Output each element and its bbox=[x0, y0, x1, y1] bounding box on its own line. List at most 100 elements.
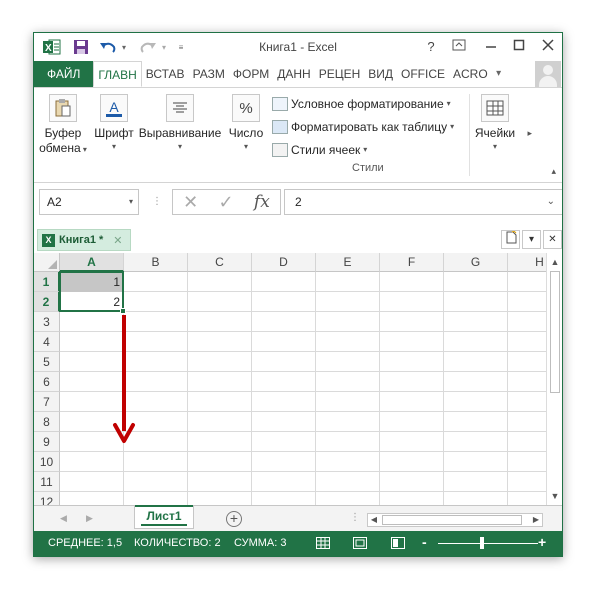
row-header-11[interactable]: 11 bbox=[34, 472, 60, 492]
styles-group-caption: Стили bbox=[352, 162, 384, 174]
column-header-G[interactable]: G bbox=[444, 253, 508, 272]
formula-bar-grip-icon[interactable]: ⋮ bbox=[152, 196, 162, 207]
column-header-A[interactable]: A bbox=[60, 253, 124, 272]
ribbon-tab-7[interactable]: ВИД bbox=[364, 61, 397, 87]
vertical-scrollbar[interactable]: ▲ ▼ bbox=[546, 253, 562, 505]
grid-line bbox=[60, 451, 546, 452]
zoom-out-button[interactable]: - bbox=[422, 534, 427, 550]
column-header-C[interactable]: C bbox=[188, 253, 252, 272]
ribbon-collapse-icon[interactable]: ▴ bbox=[551, 166, 556, 177]
ribbon-tab-6[interactable]: РЕЦЕН bbox=[315, 61, 365, 87]
chevron-down-icon: ▾ bbox=[243, 142, 248, 151]
next-sheet-icon[interactable]: ▶ bbox=[86, 513, 93, 524]
column-header-B[interactable]: B bbox=[124, 253, 188, 272]
styles-group: Условное форматирование ▾ Форматировать … bbox=[272, 92, 462, 161]
formula-buttons: ✕ ✓ fx bbox=[172, 189, 281, 215]
row-header-1[interactable]: 1 bbox=[34, 272, 60, 292]
column-header-F[interactable]: F bbox=[380, 253, 444, 272]
grid-line bbox=[60, 471, 546, 472]
close-icon[interactable]: ✕ bbox=[543, 230, 562, 249]
insert-function-button[interactable]: fx bbox=[254, 192, 270, 212]
chevron-down-icon: ▾ bbox=[492, 142, 497, 151]
clipboard-group[interactable]: Буфер обмена ▾ bbox=[38, 92, 88, 156]
maximize-icon[interactable] bbox=[508, 37, 530, 57]
zoom-in-button[interactable]: + bbox=[538, 534, 546, 550]
number-group[interactable]: % Число ▾ bbox=[226, 92, 266, 153]
ribbon-tab-0[interactable]: ФАЙЛ bbox=[34, 61, 94, 87]
ribbon-tab-4[interactable]: ФОРМ bbox=[229, 61, 273, 87]
row-header-5[interactable]: 5 bbox=[34, 352, 60, 372]
user-avatar[interactable] bbox=[535, 61, 561, 87]
page-layout-view-icon[interactable] bbox=[352, 535, 368, 551]
minimize-icon[interactable] bbox=[480, 37, 502, 57]
status-sum: СУММА: 3 bbox=[234, 537, 287, 549]
tab-scroll-icon[interactable]: ▾ bbox=[492, 61, 506, 87]
row-header-9[interactable]: 9 bbox=[34, 432, 60, 452]
sheet-tab[interactable]: Лист1 bbox=[134, 505, 194, 529]
row-header-7[interactable]: 7 bbox=[34, 392, 60, 412]
new-document-icon[interactable] bbox=[501, 230, 520, 249]
close-icon[interactable]: ✕ bbox=[113, 234, 122, 247]
spreadsheet-grid[interactable]: A B C D E F G H 1 2 3 4 5 6 7 8 9 10 11 12 1 2 bbox=[34, 253, 546, 505]
scroll-down-icon[interactable]: ▼ bbox=[549, 490, 561, 502]
row-header-8[interactable]: 8 bbox=[34, 412, 60, 432]
zoom-slider-track[interactable] bbox=[438, 543, 538, 544]
cancel-icon[interactable]: ✕ bbox=[183, 192, 198, 213]
grid-line bbox=[60, 491, 546, 492]
chevron-down-icon[interactable]: ▾ bbox=[522, 230, 541, 249]
row-header-2[interactable]: 2 bbox=[34, 292, 60, 312]
ribbon-tab-8[interactable]: OFFICE bbox=[397, 61, 449, 87]
horizontal-scrollbar[interactable]: ◀ ▶ bbox=[367, 513, 543, 527]
enter-icon[interactable]: ✓ bbox=[219, 192, 234, 213]
ribbon-display-options-icon[interactable] bbox=[448, 37, 470, 57]
row-header-6[interactable]: 6 bbox=[34, 372, 60, 392]
zoom-slider-thumb[interactable] bbox=[480, 537, 484, 549]
ribbon-tab-1[interactable]: ГЛАВН bbox=[93, 61, 142, 87]
chevron-down-icon: ▾ bbox=[450, 122, 455, 131]
workbook-tab[interactable]: X Книга1 * ✕ bbox=[37, 229, 131, 251]
ribbon-scroll-right-icon[interactable]: ▸ bbox=[527, 128, 532, 139]
close-icon[interactable] bbox=[537, 37, 559, 57]
ribbon-tab-5[interactable]: ДАНН bbox=[273, 61, 314, 87]
expand-formula-bar-icon[interactable]: ⌄ bbox=[547, 190, 555, 214]
conditional-formatting-button[interactable]: Условное форматирование ▾ bbox=[272, 92, 462, 115]
column-header-E[interactable]: E bbox=[316, 253, 380, 272]
grid-line bbox=[60, 291, 546, 292]
font-group[interactable]: A Шрифт ▾ bbox=[90, 92, 138, 153]
page-break-view-icon[interactable] bbox=[390, 535, 406, 551]
cell-A1[interactable]: 1 bbox=[60, 272, 123, 292]
row-header-3[interactable]: 3 bbox=[34, 312, 60, 332]
scroll-right-icon[interactable]: ▶ bbox=[530, 514, 542, 526]
workbook-tab-row: X Книга1 * ✕ ▾ ✕ bbox=[34, 229, 562, 251]
format-as-table-button[interactable]: Форматировать как таблицу ▾ bbox=[272, 115, 462, 138]
cells-group[interactable]: Ячейки ▾ bbox=[471, 92, 519, 153]
row-header-12[interactable]: 12 bbox=[34, 492, 60, 505]
cell-styles-label: Стили ячеек bbox=[291, 142, 361, 157]
row-header-10[interactable]: 10 bbox=[34, 452, 60, 472]
vertical-scroll-thumb[interactable] bbox=[550, 271, 560, 393]
formula-input[interactable]: 2 ⌄ bbox=[284, 189, 562, 215]
normal-view-icon[interactable] bbox=[315, 535, 331, 551]
help-button[interactable]: ? bbox=[420, 37, 442, 57]
cell-A2[interactable]: 2 bbox=[60, 292, 123, 312]
drag-arrow-annotation bbox=[113, 315, 135, 443]
scroll-up-icon[interactable]: ▲ bbox=[549, 256, 561, 268]
ribbon-tab-9[interactable]: ACRO bbox=[449, 61, 492, 87]
ribbon-tab-2[interactable]: ВСТАВ bbox=[142, 61, 189, 87]
row-header-4[interactable]: 4 bbox=[34, 332, 60, 352]
excel-window: X ▾ ▾ ≡ Книга1 - Excel ? ФАЙЛ ГЛАВН ВСТАВ Р… bbox=[33, 32, 563, 557]
column-header-H[interactable]: H bbox=[508, 253, 546, 272]
chevron-down-icon[interactable]: ▾ bbox=[129, 190, 133, 214]
ribbon-tab-3[interactable]: РАЗМ bbox=[189, 61, 229, 87]
hscroll-grip-icon[interactable]: ⋮ bbox=[350, 512, 360, 523]
prev-sheet-icon[interactable]: ◀ bbox=[60, 513, 67, 524]
add-sheet-icon[interactable]: + bbox=[226, 511, 242, 527]
column-header-D[interactable]: D bbox=[252, 253, 316, 272]
scroll-left-icon[interactable]: ◀ bbox=[368, 514, 380, 526]
name-box[interactable]: A2 ▾ bbox=[39, 189, 139, 215]
alignment-group[interactable]: Выравнивание ▾ bbox=[138, 92, 222, 153]
select-all-corner[interactable] bbox=[34, 253, 60, 272]
cell-styles-button[interactable]: Стили ячеек ▾ bbox=[272, 138, 462, 161]
horizontal-scroll-thumb[interactable] bbox=[382, 515, 522, 525]
format-as-table-label: Форматировать как таблицу bbox=[291, 119, 448, 134]
